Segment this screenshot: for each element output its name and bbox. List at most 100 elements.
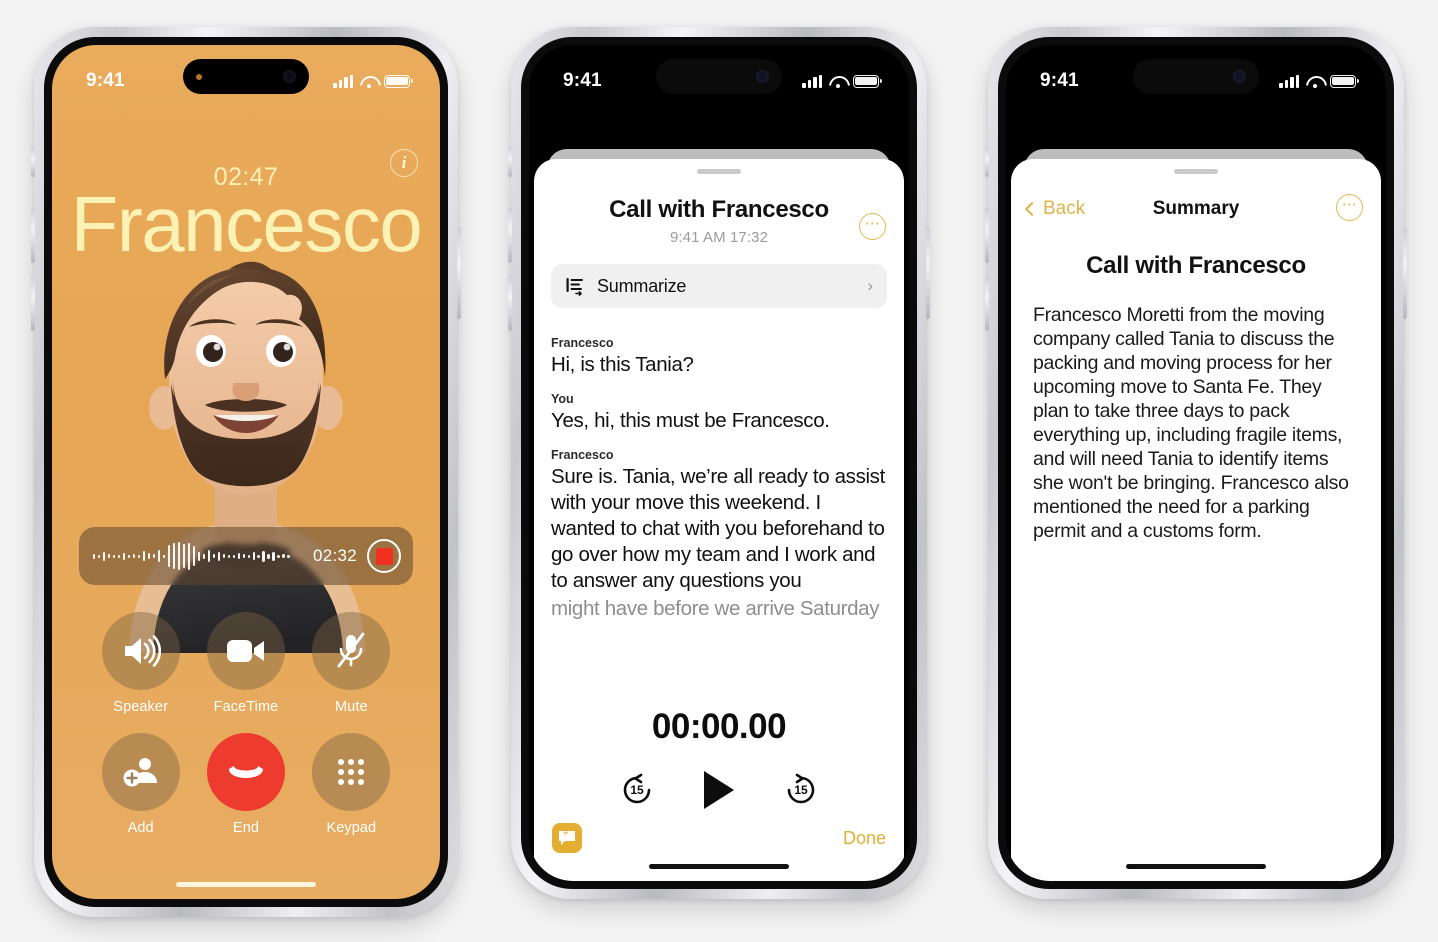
recording-elapsed: 02:32 <box>312 546 357 565</box>
status-bar-2: 9:41 <box>529 45 909 103</box>
keypad-label: Keypad <box>326 820 377 836</box>
add-label: Add <box>127 820 154 836</box>
phone-1-bezel: 9:41 i 02:47 Francesco 02:32 Speaker Fac… <box>44 37 448 907</box>
end-label: End <box>232 820 260 836</box>
status-time: 9:41 <box>1040 70 1079 91</box>
keypad-icon <box>338 759 365 785</box>
mic-off-icon <box>337 632 365 668</box>
call-controls-grid: Speaker FaceTime Mute Add End Keypad <box>52 612 440 836</box>
status-time: 9:41 <box>86 70 125 91</box>
volume-up-button[interactable] <box>508 207 512 263</box>
facetime-button[interactable]: FaceTime <box>206 612 285 715</box>
call-in-progress-view: 9:41 i 02:47 Francesco 02:32 Speaker Fac… <box>52 45 440 899</box>
volume-up-button[interactable] <box>31 207 35 263</box>
status-icons <box>1279 74 1359 88</box>
transcript-list[interactable]: Francesco Hi, is this Tania? You Yes, hi… <box>534 308 904 622</box>
phone-2-screen: 9:41 Call with Francesco 9:41 AM 17:32 ⋯… <box>529 45 909 881</box>
volume-up-button[interactable] <box>985 207 989 263</box>
rewind-seconds: 15 <box>630 783 644 797</box>
summarize-label: Summarize <box>597 275 687 296</box>
player-controls: 15 15 <box>534 771 904 809</box>
transcript-entry: Francesco Sure is. Tania, we’re all read… <box>551 448 887 622</box>
transcript-view: 9:41 Call with Francesco 9:41 AM 17:32 ⋯… <box>529 45 909 881</box>
call-sheet: Call with Francesco 9:41 AM 17:32 ⋯ Summ… <box>534 159 904 881</box>
wifi-icon <box>1306 75 1323 88</box>
battery-icon <box>853 74 882 88</box>
status-time: 9:41 <box>563 70 602 91</box>
battery-icon <box>1330 74 1359 88</box>
video-icon <box>226 640 264 662</box>
transcript-entry: Francesco Hi, is this Tania? <box>551 336 887 378</box>
memoji-avatar <box>129 261 365 653</box>
end-call-icon <box>228 766 263 778</box>
silence-switch[interactable] <box>985 147 989 177</box>
phone-2-transcript: 9:41 Call with Francesco 9:41 AM 17:32 ⋯… <box>508 27 930 899</box>
sheet-footer: ” Done <box>534 823 904 853</box>
speaker-label: Speaker <box>113 699 169 715</box>
power-button[interactable] <box>1403 227 1407 319</box>
volume-down-button[interactable] <box>985 275 989 331</box>
player-timecode: 00:00.00 <box>651 707 787 746</box>
wifi-icon <box>360 75 377 88</box>
phone-2-bezel: 9:41 Call with Francesco 9:41 AM 17:32 ⋯… <box>521 37 917 889</box>
add-person-icon <box>123 758 157 787</box>
sheet-subtitle: 9:41 AM 17:32 <box>669 229 769 246</box>
battery-icon <box>384 74 413 88</box>
transcript-text: Yes, hi, this must be Francesco. <box>551 409 830 433</box>
summary-body: Francesco Moretti from the moving compan… <box>1033 304 1349 542</box>
summarize-row[interactable]: Summarize › <box>551 264 887 308</box>
summary-view: 9:41 Back Summary ⋯ Call with Francesco … <box>1006 45 1386 881</box>
transcript-entry: You Yes, hi, this must be Francesco. <box>551 392 887 434</box>
phone-3-bezel: 9:41 Back Summary ⋯ Call with Francesco … <box>998 37 1394 889</box>
home-indicator[interactable] <box>1126 864 1266 869</box>
cellular-bars-icon <box>333 74 353 88</box>
phone-3-screen: 9:41 Back Summary ⋯ Call with Francesco … <box>1006 45 1386 881</box>
phone-1-call: 9:41 i 02:47 Francesco 02:32 Speaker Fac… <box>31 27 461 917</box>
volume-down-button[interactable] <box>31 275 35 331</box>
wifi-icon <box>829 75 846 88</box>
screenshot-stage: 9:41 i 02:47 Francesco 02:32 Speaker Fac… <box>0 0 1438 942</box>
transcript-speaker: Francesco <box>551 448 614 463</box>
mute-button[interactable]: Mute <box>312 612 391 715</box>
power-button[interactable] <box>457 227 461 319</box>
home-indicator[interactable] <box>176 882 316 887</box>
navigation-bar: Back Summary ⋯ <box>1011 186 1381 232</box>
sheet-grabber[interactable] <box>1174 169 1218 174</box>
add-call-button[interactable]: Add <box>101 733 180 836</box>
svg-text:”: ” <box>563 831 568 842</box>
summary-heading: Call with Francesco <box>1086 252 1306 279</box>
transcript-quote-icon[interactable]: ” <box>552 823 582 853</box>
transcript-text: Hi, is this Tania? <box>551 353 694 376</box>
transcript-text: Sure is. Tania, we’re all ready to assis… <box>551 465 885 593</box>
sheet-grabber[interactable] <box>697 169 741 174</box>
cellular-bars-icon <box>802 74 822 88</box>
facetime-label: FaceTime <box>213 699 279 715</box>
speaker-button[interactable]: Speaker <box>101 612 180 715</box>
live-recording-bar[interactable]: 02:32 <box>79 527 413 585</box>
play-icon[interactable] <box>704 771 734 809</box>
volume-down-button[interactable] <box>508 275 512 331</box>
stop-record-button[interactable] <box>367 539 401 573</box>
home-indicator[interactable] <box>649 864 789 869</box>
done-button[interactable]: Done <box>843 828 886 849</box>
chevron-right-icon: › <box>867 276 873 295</box>
sheet-title: Call with Francesco <box>609 196 829 223</box>
rewind-15-icon[interactable]: 15 <box>620 773 654 807</box>
more-options-button[interactable]: ⋯ <box>859 213 886 240</box>
silence-switch[interactable] <box>508 147 512 177</box>
power-button[interactable] <box>926 227 930 319</box>
audio-player: 00:00.00 15 15 <box>534 707 904 809</box>
forward-seconds: 15 <box>794 783 808 797</box>
summary-sheet: Back Summary ⋯ Call with Francesco Franc… <box>1011 159 1381 881</box>
status-bar-3: 9:41 <box>1006 45 1386 103</box>
end-call-button[interactable]: End <box>206 733 285 836</box>
speaker-icon <box>124 635 161 667</box>
silence-switch[interactable] <box>31 147 35 177</box>
status-icons <box>333 74 413 88</box>
audio-waveform <box>93 541 303 571</box>
keypad-button[interactable]: Keypad <box>312 733 391 836</box>
page-title: Summary <box>1152 198 1240 219</box>
more-options-button[interactable]: ⋯ <box>1336 194 1363 221</box>
phone-3-summary: 9:41 Back Summary ⋯ Call with Francesco … <box>985 27 1407 899</box>
forward-15-icon[interactable]: 15 <box>784 773 818 807</box>
